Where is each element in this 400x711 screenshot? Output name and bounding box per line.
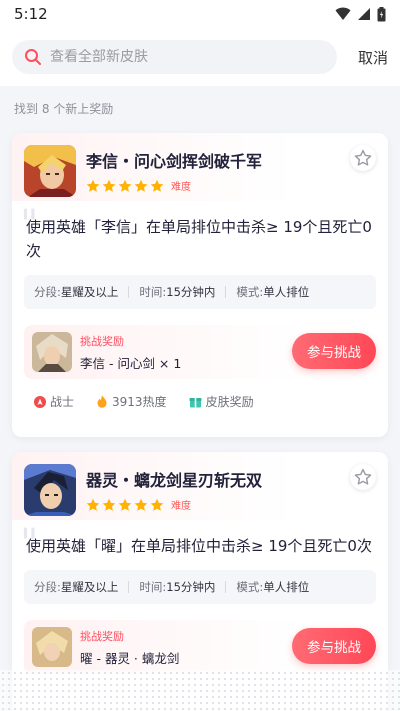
rank-label: 分段: [34,580,61,594]
search-icon [25,49,41,65]
rank-value: 星耀及以上 [60,580,119,594]
reward-text: 挑战奖励 曜 - 器灵 · 螭龙剑 [80,628,179,667]
description-text: 使用英雄「李信」在单局排位中击杀≥ 19个且死亡0次 [26,218,372,260]
hero-avatar[interactable] [24,464,76,516]
card-title: 李信・问心剑挥剑破千军 [86,152,263,171]
card-tags: 战士 3913热度 皮肤奖励 [34,393,366,410]
mode-value: 单人排位 [263,580,310,594]
rank-label: 分段: [34,285,61,299]
star-icon [86,498,100,511]
star-outline-icon [354,468,372,485]
time-label: 时间: [139,580,167,594]
star-icon [150,179,164,192]
reward-section: 挑战奖励 李信 - 问心剑 × 1 参与挑战 [24,325,376,379]
signal-icon [358,8,370,20]
divider [128,581,130,593]
reward-label: 挑战奖励 [80,334,124,348]
reward-section: 挑战奖励 曜 - 器灵 · 螭龙剑 参与挑战 [24,620,376,674]
difficulty-label: 难度 [171,182,191,193]
challenge-description: " 使用英雄「曜」在单局排位中击杀≥ 19个且死亡0次 [12,520,388,564]
challenge-card[interactable]: 李信・问心剑挥剑破千军 难度 " 使用英雄「李信」在单局排位中击杀≥ 19个且死… [12,133,388,437]
join-challenge-button[interactable]: 参与挑战 [292,628,376,664]
status-icons [335,6,386,22]
result-count: 找到 8 个新上奖励 [14,102,114,116]
search-box[interactable] [12,40,337,74]
star-icon [134,498,148,511]
time-label: 时间: [139,285,167,299]
skin-thumbnail[interactable] [32,332,72,372]
challenge-description: " 使用英雄「李信」在单局排位中击杀≥ 19个且死亡0次 [12,201,388,263]
reward-label: 挑战奖励 [80,629,124,643]
conditions-bar: 分段: 星耀及以上 时间: 15分钟内 模式: 单人排位 [24,570,376,604]
divider [225,581,227,593]
hero-avatar[interactable] [24,145,76,197]
role-tag: 战士 [34,393,74,410]
star-icon [150,498,164,511]
star-icon [118,498,132,511]
reward-text: 挑战奖励 李信 - 问心剑 × 1 [80,333,181,372]
cancel-button[interactable]: 取消 [358,47,388,68]
reward-name: 李信 - 问心剑 × 1 [80,355,182,371]
mode-value: 单人排位 [263,285,310,299]
star-icon [118,179,132,192]
favorite-button[interactable] [350,145,376,171]
card-header: 器灵・螭龙剑星刃斩无双 难度 [12,452,388,520]
rank-value: 星耀及以上 [60,285,119,299]
star-outline-icon [354,149,372,166]
search-bar: 取消 [0,28,400,86]
difficulty-stars: 难度 [86,497,262,512]
difficulty-stars: 难度 [86,178,262,193]
bottom-fade-overlay [0,670,400,711]
reward-name: 曜 - 器灵 · 螭龙剑 [80,650,180,666]
divider [128,286,130,298]
description-text: 使用英雄「曜」在单局排位中击杀≥ 19个且死亡0次 [26,537,372,555]
role-text: 战士 [50,395,75,409]
divider [225,286,227,298]
star-icon [102,179,116,192]
star-icon [102,498,116,511]
wifi-icon [335,7,351,20]
favorite-button[interactable] [350,464,376,490]
heat-tag: 3913热度 [96,393,167,410]
mode-label: 模式: [236,285,264,299]
star-icon [86,179,100,192]
reward-type-text: 皮肤奖励 [205,395,254,409]
card-head-text: 器灵・螭龙剑星刃斩无双 难度 [86,464,262,520]
status-bar: 5:12 [0,0,400,28]
card-title: 器灵・螭龙剑星刃斩无双 [86,471,263,490]
battery-icon [377,6,386,21]
join-challenge-button[interactable]: 参与挑战 [292,333,376,369]
fire-icon [97,395,107,408]
difficulty-label: 难度 [171,501,191,512]
search-input[interactable] [50,49,300,65]
time-value: 15分钟内 [166,285,216,299]
gift-icon [189,398,202,408]
conditions-bar: 分段: 星耀及以上 时间: 15分钟内 模式: 单人排位 [24,275,376,309]
time-value: 15分钟内 [166,580,216,594]
fighter-icon [34,395,46,408]
card-header: 李信・问心剑挥剑破千军 难度 [12,133,388,201]
card-head-text: 李信・问心剑挥剑破千军 难度 [86,145,262,201]
mode-label: 模式: [236,580,264,594]
status-time: 5:12 [14,5,48,23]
star-icon [134,179,148,192]
reward-type-tag: 皮肤奖励 [189,393,254,410]
heat-text: 3913热度 [112,395,167,409]
skin-thumbnail[interactable] [32,627,72,667]
